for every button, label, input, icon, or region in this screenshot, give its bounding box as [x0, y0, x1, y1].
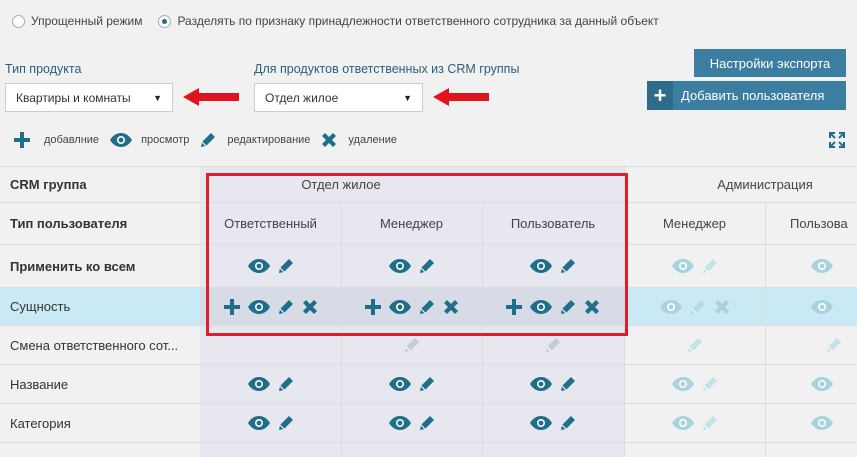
- perm-cell: [765, 404, 857, 442]
- eye-icon[interactable]: [388, 376, 412, 392]
- plus-icon: [14, 132, 30, 148]
- perm-cell: [765, 365, 857, 403]
- plus-icon: +: [647, 81, 673, 110]
- highlight-frame: [206, 173, 628, 336]
- column-divider: [765, 202, 766, 457]
- pencil-icon[interactable]: [701, 375, 719, 393]
- eye-icon[interactable]: [247, 415, 271, 431]
- row-label: Категория: [10, 416, 71, 431]
- row-label: Применить ко всем: [10, 259, 136, 274]
- eye-icon[interactable]: [529, 415, 553, 431]
- eye-icon[interactable]: [659, 299, 683, 315]
- eye-icon[interactable]: [388, 415, 412, 431]
- delete-x-icon[interactable]: [713, 298, 731, 316]
- row-label: Тип пользователя: [10, 216, 128, 231]
- perm-cell: [765, 326, 857, 364]
- pencil-icon[interactable]: [277, 375, 295, 393]
- crm-group-label: Для продуктов ответственных из CRM групп…: [254, 62, 520, 76]
- add-user-button[interactable]: + Добавить пользователя: [647, 81, 846, 110]
- legend-delete-label: удаление: [348, 134, 397, 146]
- eye-icon[interactable]: [671, 415, 695, 431]
- perm-cell: [482, 365, 624, 403]
- eye-icon[interactable]: [810, 299, 834, 315]
- perm-cell: [624, 245, 765, 287]
- perm-cell: [341, 365, 482, 403]
- mode-radio-group: Упрощенный режим Разделять по признаку п…: [12, 14, 659, 28]
- column-header: Пользова: [790, 216, 848, 231]
- perm-cell: [624, 365, 765, 403]
- eye-icon[interactable]: [810, 258, 834, 274]
- group-header: Администрация: [717, 177, 813, 192]
- perm-cell: [765, 288, 857, 325]
- radio-split-label: Разделять по признаку принадлежности отв…: [177, 14, 659, 28]
- perm-cell: [624, 326, 765, 364]
- row-label: CRM группа: [10, 177, 87, 192]
- red-arrow-icon: [183, 88, 239, 106]
- delete-x-icon: [322, 133, 337, 147]
- chevron-down-icon: ▼: [153, 92, 162, 103]
- add-user-label: Добавить пользователя: [681, 88, 825, 103]
- perm-cell: [200, 404, 341, 442]
- eye-icon: [110, 133, 133, 147]
- row-label: Название: [10, 377, 69, 392]
- table-row-category: Категория: [0, 403, 857, 442]
- perm-cell: [624, 404, 765, 442]
- crm-group-select[interactable]: Отдел жилое ▼: [254, 83, 423, 112]
- chevron-down-icon: ▼: [403, 92, 412, 103]
- table-row: [0, 442, 857, 457]
- eye-icon[interactable]: [671, 258, 695, 274]
- pencil-icon[interactable]: [418, 414, 436, 432]
- legend: добавлние просмотр редактирование удален…: [12, 130, 407, 150]
- pencil-icon[interactable]: [701, 414, 719, 432]
- legend-edit-label: редактирование: [227, 134, 311, 146]
- eye-icon[interactable]: [247, 376, 271, 392]
- pencil-icon: [201, 133, 216, 147]
- export-settings-button[interactable]: Настройки экспорта: [694, 49, 846, 77]
- pencil-icon[interactable]: [701, 257, 719, 275]
- product-type-value: Квартиры и комнаты: [16, 90, 131, 105]
- pencil-icon[interactable]: [544, 336, 562, 354]
- perm-cell: [624, 288, 765, 325]
- eye-icon[interactable]: [671, 376, 695, 392]
- perm-cell: [200, 365, 341, 403]
- product-type-select[interactable]: Квартиры и комнаты ▼: [5, 83, 173, 112]
- legend-view-label: просмотр: [141, 134, 190, 146]
- red-arrow-icon: [433, 88, 489, 106]
- eye-icon[interactable]: [810, 376, 834, 392]
- pencil-icon[interactable]: [403, 336, 421, 354]
- radio-simple-label: Упрощенный режим: [31, 14, 143, 28]
- pencil-icon[interactable]: [686, 336, 704, 354]
- radio-simple-mode[interactable]: [12, 14, 25, 28]
- radio-split-mode[interactable]: [158, 14, 172, 28]
- perm-cell: [765, 245, 857, 287]
- legend-add-label: добавлние: [44, 134, 100, 146]
- fullscreen-icon[interactable]: [828, 131, 846, 149]
- table-row-name: Название: [0, 364, 857, 403]
- pencil-icon[interactable]: [418, 375, 436, 393]
- pencil-icon[interactable]: [689, 298, 707, 316]
- eye-icon[interactable]: [529, 376, 553, 392]
- column-header: Менеджер: [662, 216, 727, 231]
- crm-group-value: Отдел жилое: [265, 90, 339, 105]
- perm-cell: [341, 404, 482, 442]
- perm-cell: [482, 404, 624, 442]
- pencil-icon[interactable]: [559, 414, 577, 432]
- pencil-icon[interactable]: [559, 375, 577, 393]
- pencil-icon[interactable]: [277, 414, 295, 432]
- product-type-label: Тип продукта: [5, 62, 82, 76]
- row-label: Смена ответственного сот...: [10, 338, 179, 353]
- row-label: Сущность: [10, 299, 71, 314]
- eye-icon[interactable]: [810, 415, 834, 431]
- pencil-icon[interactable]: [825, 336, 843, 354]
